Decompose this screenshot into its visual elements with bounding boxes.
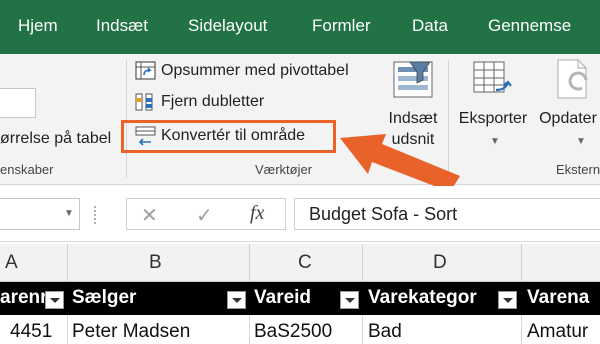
cancel-icon[interactable]: ✕ [141,203,158,228]
tab-indsaet[interactable]: Indsæt [96,16,148,36]
cell-varenr[interactable]: 4451 [10,321,52,343]
grid-line [67,315,68,344]
header-vareid: Vareid [254,287,312,308]
properties-group-label: enskaber [0,162,54,177]
table-name-input[interactable] [0,88,36,118]
filter-dropdown-icon[interactable] [227,291,246,309]
formula-bar-splitter[interactable] [94,206,99,224]
filter-dropdown-icon[interactable] [498,291,517,309]
formula-value: Budget Sofa - Sort [309,204,458,224]
column-divider [67,244,68,282]
tab-formler[interactable]: Formler [312,16,371,36]
export-dropdown-icon[interactable]: ▼ [490,136,500,147]
header-varenavn: Varena [527,287,590,308]
header-varenr: arenr [0,287,48,308]
tab-data[interactable]: Data [412,16,448,36]
formula-bar: ▼ ✕ ✓ fx Budget Sofa - Sort [0,186,600,242]
column-divider [362,244,363,282]
ribbon-tab-bar: Hjem Indsæt Sidelayout Formler Data Genn… [0,0,600,54]
slicer-icon [393,61,433,98]
export-table-icon [473,61,512,93]
enter-icon[interactable]: ✓ [196,203,213,228]
insert-function-icon[interactable]: fx [250,202,264,225]
resize-table-button[interactable]: ørrelse på tabel [0,130,111,148]
name-box-dropdown-icon[interactable]: ▼ [64,208,74,219]
remove-duplicates-label: Fjern dubletter [161,93,265,110]
grid-line [521,315,522,344]
external-group-label: Ekstern [556,162,600,177]
refresh-button[interactable]: Opdater [536,108,600,129]
grid-line [362,315,363,344]
column-header-d[interactable]: D [433,252,447,274]
table-row: 4451 Peter Madsen BaS2500 Bad Amatur [0,315,600,344]
cell-varenavn[interactable]: Amatur [527,321,588,343]
refresh-dropdown-icon[interactable]: ▼ [576,136,586,147]
header-varekategori: Varekategor [368,287,477,308]
tools-group-label: Værktøjer [255,162,313,177]
grid-line [249,315,250,344]
formula-input[interactable]: Budget Sofa - Sort [294,198,600,230]
tab-gennemse[interactable]: Gennemse [488,16,571,36]
filter-dropdown-icon[interactable] [340,291,359,309]
column-divider [249,244,250,282]
column-header-a[interactable]: A [5,252,18,274]
column-divider [521,244,522,282]
remove-duplicates-button[interactable]: Fjern dubletter [135,91,264,113]
refresh-icon [557,59,588,99]
column-header-b[interactable]: B [149,252,162,274]
ribbon-panel: ørrelse på tabel enskaber Opsummer med p… [0,54,600,192]
header-saelger: Sælger [72,287,137,308]
callout-arrow-icon [340,134,460,192]
column-header-c[interactable]: C [298,252,312,274]
highlight-box [121,120,336,153]
remove-duplicates-icon [135,93,153,111]
column-header-row: A B C D [0,244,600,282]
cell-varekategori[interactable]: Bad [368,321,402,343]
tab-hjem[interactable]: Hjem [18,16,58,36]
tab-sidelayout[interactable]: Sidelayout [188,16,267,36]
table-header-row: arenr Sælger Vareid Varekategor Varena [0,282,600,315]
pivot-table-icon [135,61,156,80]
cell-saelger[interactable]: Peter Madsen [72,321,190,343]
group-separator [126,60,127,178]
filter-dropdown-icon[interactable] [45,291,64,309]
cell-vareid[interactable]: BaS2500 [254,321,332,343]
summarize-pivot-button[interactable]: Opsummer med pivottabel [135,60,349,82]
summarize-pivot-label: Opsummer med pivottabel [161,62,349,79]
